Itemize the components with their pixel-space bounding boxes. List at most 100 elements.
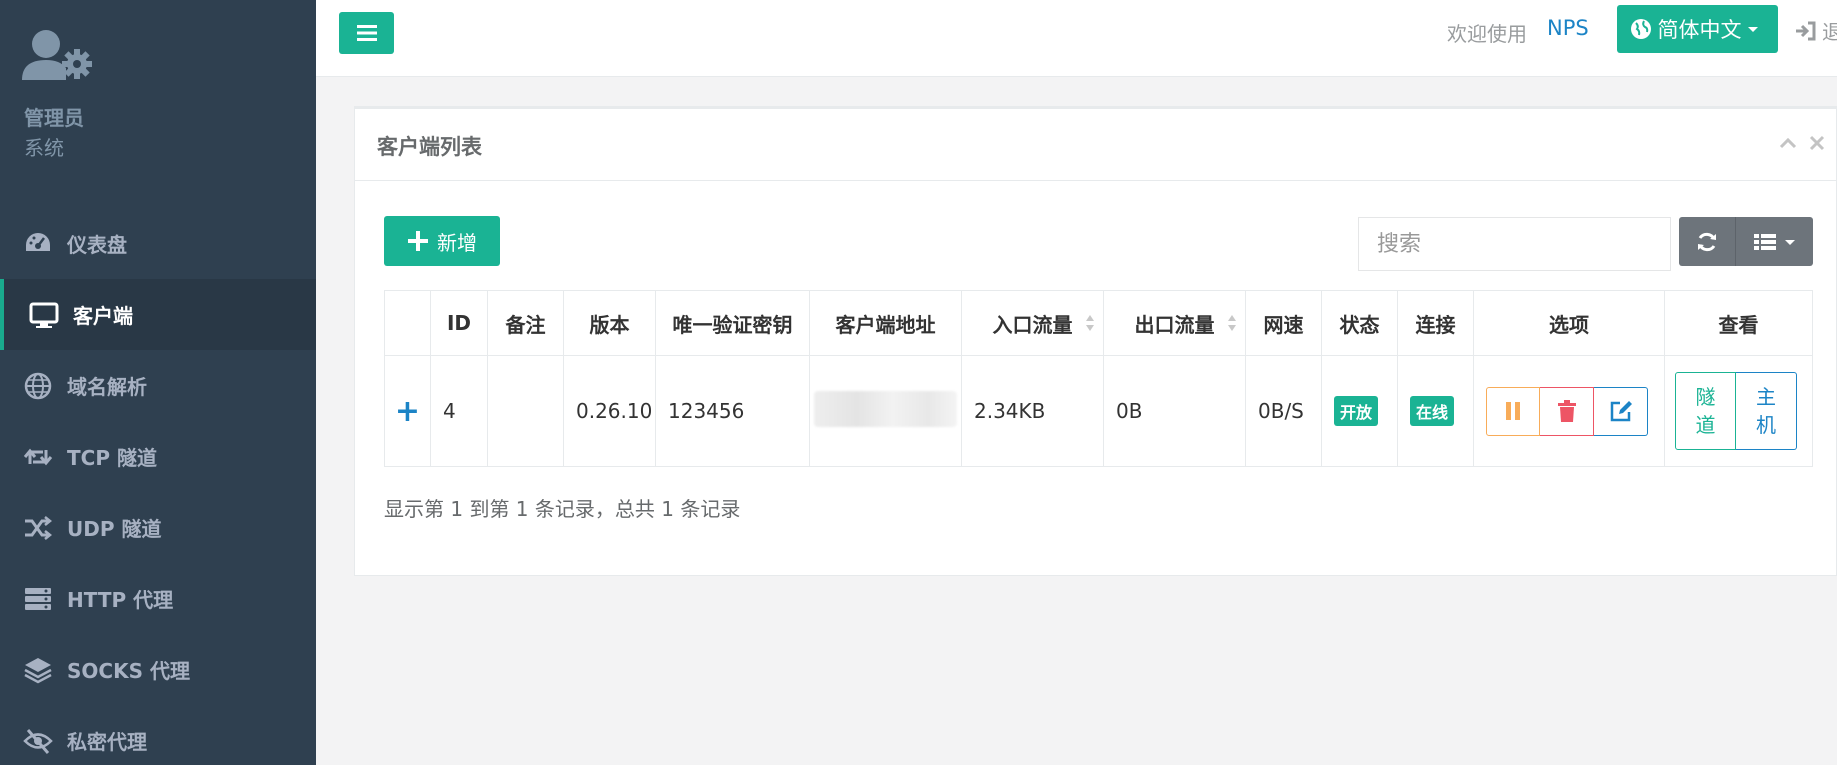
view-host-button[interactable]: 主机 (1736, 372, 1797, 450)
edit-icon (1610, 401, 1632, 422)
menu-toggle-button[interactable] (339, 12, 394, 54)
col-options: 选项 (1473, 290, 1665, 356)
panel-tools (1776, 133, 1836, 157)
pause-icon (1506, 402, 1520, 420)
panel-header: 客户端列表 (355, 109, 1836, 181)
view-tunnel-button[interactable]: 隧道 (1675, 372, 1736, 450)
col-speed: 网速 (1245, 290, 1322, 356)
logout-label: 退出 (1822, 20, 1837, 44)
expand-cell[interactable]: + (384, 355, 431, 467)
pagination-summary: 显示第 1 到第 1 条记录，总共 1 条记录 (384, 497, 741, 521)
language-dropdown[interactable]: 简体中文 (1617, 5, 1778, 53)
sidebar-item-label: 仪表盘 (67, 233, 127, 257)
expand-plus-icon[interactable]: + (395, 394, 420, 429)
dashboard-icon (26, 232, 50, 251)
cell-status: 开放 (1321, 355, 1398, 467)
globe-icon (1630, 19, 1651, 39)
sidebar-item-domain[interactable]: 域名解析 (0, 350, 316, 421)
brand-link[interactable]: NPS (1547, 16, 1589, 40)
col-label: 出口流量 (1134, 312, 1215, 337)
client-list-panel: 客户端列表 新增 ID 备注 版本 唯一验证密钥 (354, 106, 1837, 576)
status-badge: 开放 (1334, 396, 1379, 426)
client-table: ID 备注 版本 唯一验证密钥 客户端地址 入口流量 出口流量 网速 状态 连接… (384, 290, 1813, 467)
shuffle-icon (25, 515, 53, 540)
sidebar-item-clients[interactable]: 客户端 (0, 279, 316, 350)
retweet-icon (23, 448, 53, 465)
sort-icon (1228, 315, 1236, 331)
col-id: ID (430, 290, 488, 356)
col-address: 客户端地址 (809, 290, 962, 356)
profile-name[interactable]: 管理员 (24, 102, 84, 131)
options-button-group (1486, 386, 1648, 436)
server-icon (25, 587, 51, 610)
cell-remark (487, 355, 564, 467)
cell-connection: 在线 (1397, 355, 1474, 467)
cell-out-flow: 0B (1103, 355, 1246, 467)
language-label: 简体中文 (1657, 18, 1742, 42)
table-toolbar (1679, 217, 1813, 266)
sidebar-nav: 仪表盘 客户端 域名解析 TCP 隧道 UDP 隧道 HTTP 代理 SOCKS… (0, 208, 316, 765)
sign-out-icon (1796, 21, 1816, 40)
cell-address (809, 355, 962, 467)
sidebar-item-label: 域名解析 (67, 375, 147, 399)
sidebar-item-udp[interactable]: UDP 隧道 (0, 492, 316, 563)
monitor-icon (29, 302, 59, 328)
close-icon[interactable] (1808, 133, 1826, 153)
sidebar-item-tcp[interactable]: TCP 隧道 (0, 421, 316, 492)
add-client-button[interactable]: 新增 (384, 216, 500, 266)
col-status: 状态 (1321, 290, 1398, 356)
sidebar: 管理员 系统 仪表盘 客户端 域名解析 TCP 隧道 UDP 隧道 HTTP 代… (0, 0, 316, 765)
col-view: 查看 (1664, 290, 1813, 356)
refresh-icon (1698, 232, 1716, 251)
user-cog-icon (22, 30, 92, 80)
col-out-flow[interactable]: 出口流量 (1103, 290, 1246, 356)
sidebar-item-secret[interactable]: 私密代理 (0, 705, 316, 765)
columns-toggle-button[interactable] (1736, 217, 1813, 266)
col-key: 唯一验证密钥 (655, 290, 810, 356)
table-header-row: ID 备注 版本 唯一验证密钥 客户端地址 入口流量 出口流量 网速 状态 连接… (384, 290, 1813, 356)
edit-button[interactable] (1594, 386, 1648, 436)
connection-badge: 在线 (1410, 396, 1455, 426)
redacted-address (814, 390, 957, 427)
refresh-button[interactable] (1679, 217, 1736, 266)
col-remark: 备注 (487, 290, 564, 356)
cell-speed: 0B/S (1245, 355, 1322, 467)
table-row: + 4 0.26.10 123456 2.34KB 0B 0B/S 开放 在线 (384, 355, 1813, 467)
col-expand (384, 290, 431, 356)
sidebar-item-label: HTTP 代理 (67, 588, 174, 612)
list-icon (1753, 233, 1776, 250)
globe-icon (24, 372, 52, 399)
trash-icon (1557, 400, 1576, 422)
caret-down-icon (1747, 27, 1758, 32)
panel-title: 客户端列表 (377, 135, 482, 159)
cell-id: 4 (430, 355, 488, 467)
sidebar-item-label: SOCKS 代理 (67, 659, 190, 683)
sidebar-item-http[interactable]: HTTP 代理 (0, 563, 316, 634)
profile-role: 系统 (24, 136, 64, 160)
col-label: 入口流量 (992, 312, 1073, 337)
topbar: 欢迎使用 NPS 简体中文 退出 (316, 0, 1837, 77)
profile-avatar[interactable] (22, 28, 100, 82)
plus-icon (408, 231, 428, 251)
delete-button[interactable] (1540, 386, 1594, 436)
welcome-text: 欢迎使用 (1447, 22, 1527, 46)
sidebar-item-dashboard[interactable]: 仪表盘 (0, 208, 316, 279)
sidebar-item-socks[interactable]: SOCKS 代理 (0, 634, 316, 705)
chevron-up-icon[interactable] (1778, 133, 1798, 153)
cell-view: 隧道 主机 (1664, 355, 1813, 467)
col-in-flow[interactable]: 入口流量 (961, 290, 1104, 356)
bars-icon (356, 25, 377, 41)
sidebar-item-label: 客户端 (73, 304, 133, 328)
logout-link[interactable]: 退出 (1794, 16, 1837, 45)
caret-down-icon (1784, 239, 1795, 245)
col-connection: 连接 (1397, 290, 1474, 356)
cell-options (1473, 355, 1665, 467)
view-button-group: 隧道 主机 (1675, 372, 1797, 450)
cell-version: 0.26.10 (563, 355, 656, 467)
cell-in-flow: 2.34KB (961, 355, 1104, 467)
search-input[interactable] (1358, 217, 1671, 271)
pause-button[interactable] (1486, 386, 1540, 436)
eye-slash-icon (23, 728, 53, 754)
sidebar-item-label: TCP 隧道 (67, 446, 157, 470)
sort-icon (1086, 315, 1094, 331)
